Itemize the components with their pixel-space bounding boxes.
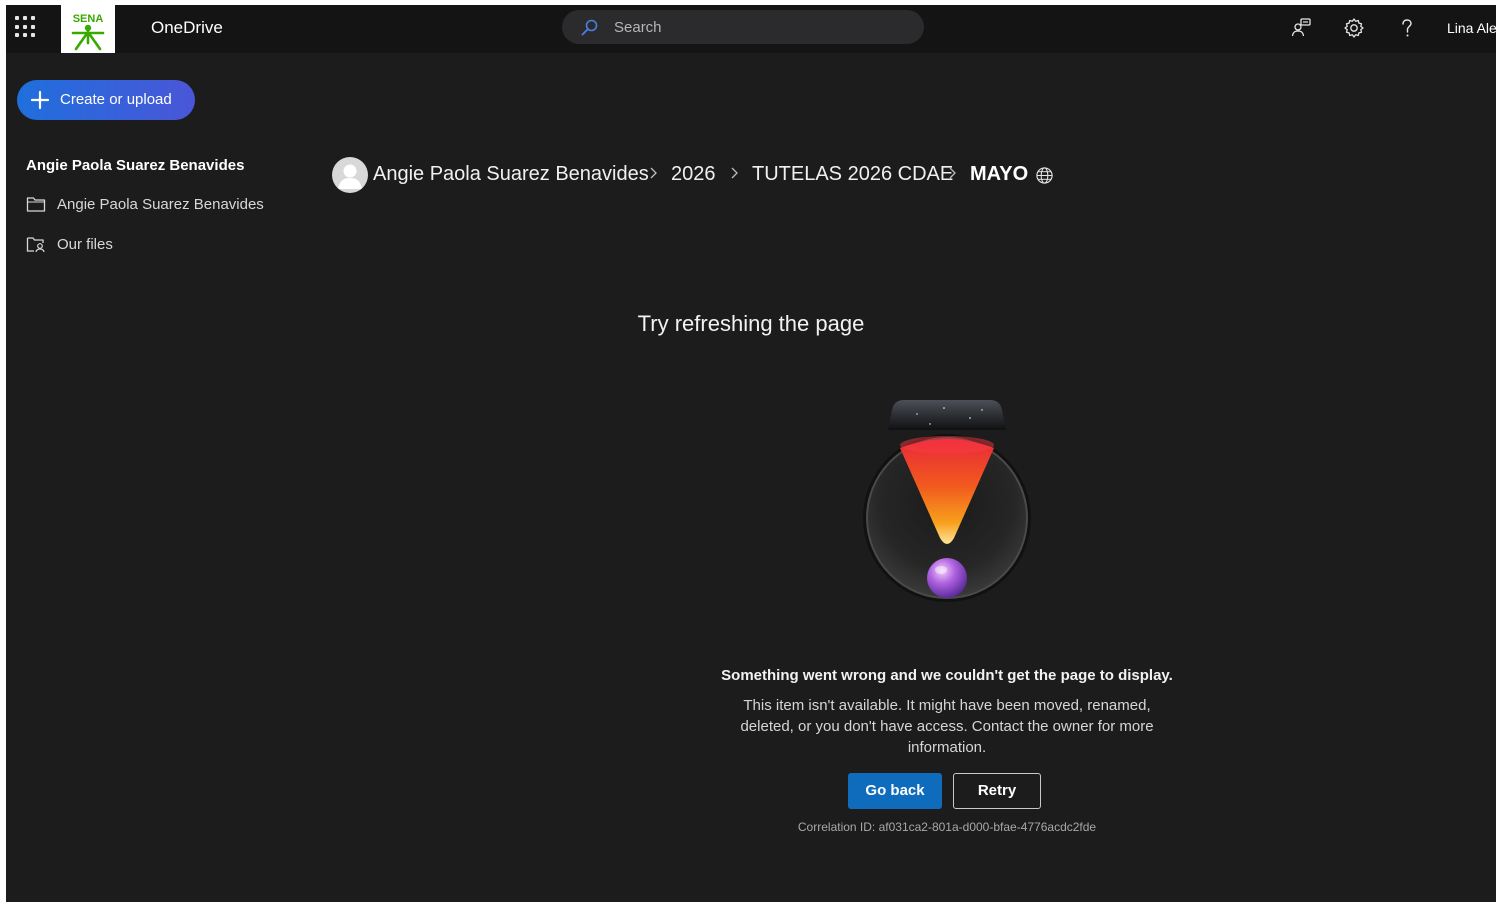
gear-icon[interactable] <box>1342 16 1366 40</box>
search-placeholder: Search <box>614 19 662 36</box>
go-back-button[interactable]: Go back <box>848 773 942 809</box>
search-icon <box>581 19 598 36</box>
sidebar-item-label: Our files <box>57 236 113 253</box>
chevron-right-icon <box>650 167 657 179</box>
svg-text:SENA: SENA <box>73 13 104 25</box>
app-launcher-icon[interactable] <box>15 16 37 38</box>
share-people-icon[interactable] <box>1289 16 1313 40</box>
breadcrumb-item-year[interactable]: 2026 <box>671 163 716 186</box>
globe-icon <box>1036 167 1053 184</box>
sidebar-section-title: Angie Paola Suarez Benavides <box>26 157 245 174</box>
retry-button[interactable]: Retry <box>953 773 1041 809</box>
breadcrumb-item-folder[interactable]: TUTELAS 2026 CDAE <box>752 163 953 186</box>
user-account-name[interactable]: Lina Ale <box>1447 20 1496 36</box>
chevron-right-icon <box>731 167 738 179</box>
sidebar-item-label: Angie Paola Suarez Benavides <box>57 196 264 213</box>
error-title: Try refreshing the page <box>637 311 865 336</box>
plus-icon <box>30 90 50 110</box>
app-name[interactable]: OneDrive <box>151 18 223 38</box>
avatar[interactable] <box>332 157 368 193</box>
chevron-right-icon <box>949 167 956 179</box>
folder-icon <box>26 197 46 212</box>
breadcrumb-current: MAYO <box>970 163 1029 185</box>
correlation-id: Correlation ID: af031ca2-801a-d000-bfae-… <box>797 820 1097 834</box>
breadcrumb-item-owner[interactable]: Angie Paola Suarez Benavides <box>373 163 649 186</box>
shared-folder-icon <box>26 237 45 253</box>
onedrive-app: SENA OneDrive Search Lina Ale Create or … <box>6 5 1496 902</box>
search-box[interactable]: Search <box>562 10 924 44</box>
help-icon[interactable] <box>1395 16 1419 40</box>
error-heading: Something went wrong and we couldn't get… <box>721 667 1173 684</box>
error-illustration <box>863 400 1031 602</box>
create-or-upload-label: Create or upload <box>60 91 172 108</box>
error-description: This item isn't available. It might have… <box>740 697 1154 756</box>
top-header-bar: SENA OneDrive Search Lina Ale <box>6 5 1496 53</box>
sena-logo[interactable]: SENA <box>61 5 115 53</box>
create-or-upload-button[interactable]: Create or upload <box>17 80 195 120</box>
